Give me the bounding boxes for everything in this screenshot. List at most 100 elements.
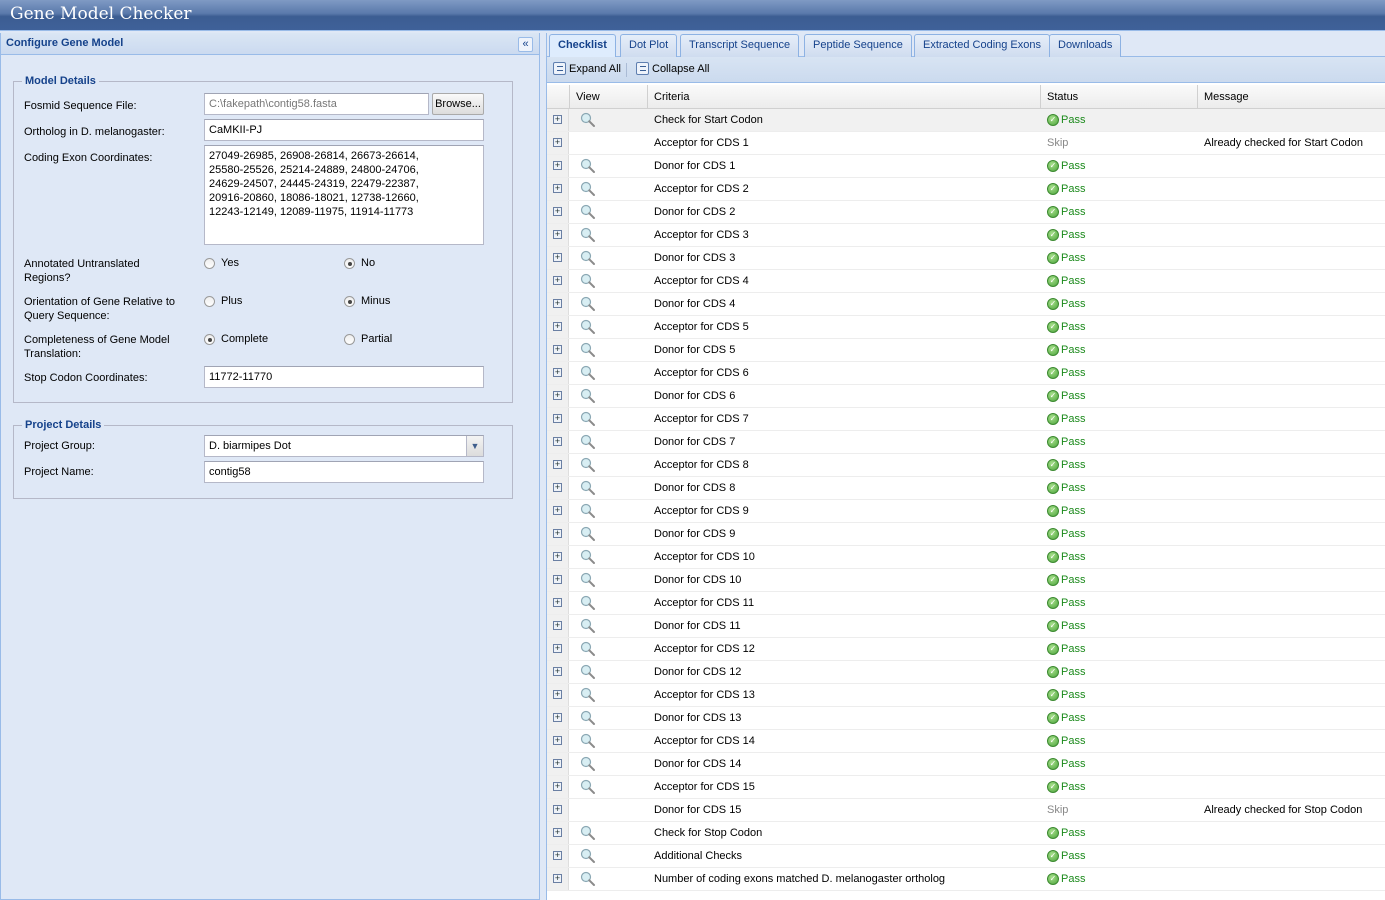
table-row[interactable]: + Donor for CDS 12 ✓ Pass [547,661,1385,684]
utr-yes-radio[interactable]: Yes [204,257,239,269]
plus-expand-icon[interactable]: + [553,621,562,630]
plus-expand-icon[interactable]: + [553,851,562,860]
magnifier-icon[interactable] [580,848,596,864]
table-row[interactable]: + Donor for CDS 14 ✓ Pass [547,753,1385,776]
magnifier-icon[interactable] [580,526,596,542]
plus-expand-icon[interactable]: + [553,828,562,837]
plus-expand-icon[interactable]: + [553,736,562,745]
radio-partial-dot[interactable] [344,333,355,345]
stop-codon-field[interactable]: 11772-11770 [204,366,484,388]
magnifier-icon[interactable] [580,779,596,795]
table-row[interactable]: + Acceptor for CDS 3 ✓ Pass [547,224,1385,247]
table-row[interactable]: + Acceptor for CDS 9 ✓ Pass [547,500,1385,523]
plus-expand-icon[interactable]: + [553,391,562,400]
table-row[interactable]: + Check for Start Codon ✓ Pass [547,109,1385,132]
orientation-plus-radio[interactable]: Plus [204,295,242,307]
plus-expand-icon[interactable]: + [553,322,562,331]
magnifier-icon[interactable] [580,158,596,174]
magnifier-icon[interactable] [580,342,596,358]
plus-expand-icon[interactable]: + [553,299,562,308]
plus-expand-icon[interactable]: + [553,529,562,538]
magnifier-icon[interactable] [580,457,596,473]
table-row[interactable]: + Check for Stop Codon ✓ Pass [547,822,1385,845]
exon-coordinates-textarea[interactable]: 27049-26985, 26908-26814, 26673-26614, 2… [204,145,484,245]
utr-no-radio[interactable]: No [344,257,375,269]
magnifier-icon[interactable] [580,365,596,381]
column-header-criteria[interactable]: Criteria [648,85,1041,109]
magnifier-icon[interactable] [580,549,596,565]
radio-complete-dot[interactable] [204,333,215,345]
tab-extracted-coding-exons[interactable]: Extracted Coding Exons [914,34,1051,57]
plus-expand-icon[interactable]: + [553,506,562,515]
table-row[interactable]: + Donor for CDS 8 ✓ Pass [547,477,1385,500]
plus-expand-icon[interactable]: + [553,805,562,814]
plus-expand-icon[interactable]: + [553,115,562,124]
plus-expand-icon[interactable]: + [553,713,562,722]
magnifier-icon[interactable] [580,641,596,657]
magnifier-icon[interactable] [580,181,596,197]
collapse-all-button[interactable]: Collapse All [636,62,709,75]
radio-no-dot[interactable] [344,257,355,269]
fosmid-file-field[interactable]: C:\fakepath\contig58.fasta [204,93,429,115]
magnifier-icon[interactable] [580,204,596,220]
magnifier-icon[interactable] [580,710,596,726]
magnifier-icon[interactable] [580,273,596,289]
table-row[interactable]: + Number of coding exons matched D. melan… [547,868,1385,891]
magnifier-icon[interactable] [580,250,596,266]
tab-downloads[interactable]: Downloads [1049,34,1122,57]
table-row[interactable]: + Donor for CDS 13 ✓ Pass [547,707,1385,730]
plus-expand-icon[interactable]: + [553,414,562,423]
table-row[interactable]: + Acceptor for CDS 1 Skip Already checked f… [547,132,1385,155]
table-row[interactable]: + Donor for CDS 15 Skip Already checked for… [547,799,1385,822]
table-row[interactable]: + Additional Checks ✓ Pass [547,845,1385,868]
magnifier-icon[interactable] [580,411,596,427]
magnifier-icon[interactable] [580,388,596,404]
magnifier-icon[interactable] [580,825,596,841]
radio-yes-dot[interactable] [204,257,215,269]
plus-expand-icon[interactable]: + [553,207,562,216]
table-row[interactable]: + Acceptor for CDS 14 ✓ Pass [547,730,1385,753]
table-row[interactable]: + Acceptor for CDS 6 ✓ Pass [547,362,1385,385]
table-row[interactable]: + Donor for CDS 10 ✓ Pass [547,569,1385,592]
project-group-select[interactable]: D. biarmipes Dot ▼ [204,435,484,457]
magnifier-icon[interactable] [580,871,596,887]
table-row[interactable]: + Donor for CDS 9 ✓ Pass [547,523,1385,546]
chevron-down-icon[interactable]: ▼ [466,436,483,456]
table-row[interactable]: + Donor for CDS 2 ✓ Pass [547,201,1385,224]
table-row[interactable]: + Donor for CDS 7 ✓ Pass [547,431,1385,454]
plus-expand-icon[interactable]: + [553,598,562,607]
plus-expand-icon[interactable]: + [553,138,562,147]
plus-expand-icon[interactable]: + [553,759,562,768]
magnifier-icon[interactable] [580,572,596,588]
plus-expand-icon[interactable]: + [553,276,562,285]
table-row[interactable]: + Acceptor for CDS 12 ✓ Pass [547,638,1385,661]
plus-expand-icon[interactable]: + [553,368,562,377]
table-row[interactable]: + Donor for CDS 3 ✓ Pass [547,247,1385,270]
plus-expand-icon[interactable]: + [553,345,562,354]
table-row[interactable]: + Donor for CDS 5 ✓ Pass [547,339,1385,362]
table-row[interactable]: + Donor for CDS 4 ✓ Pass [547,293,1385,316]
magnifier-icon[interactable] [580,733,596,749]
expand-all-button[interactable]: Expand All [553,62,621,75]
tab-transcript-sequence[interactable]: Transcript Sequence [680,34,800,57]
table-row[interactable]: + Donor for CDS 1 ✓ Pass [547,155,1385,178]
plus-expand-icon[interactable]: + [553,161,562,170]
browse-button[interactable]: Browse... [432,93,484,115]
tab-dot-plot[interactable]: Dot Plot [620,34,678,57]
tab-peptide-sequence[interactable]: Peptide Sequence [804,34,912,57]
table-row[interactable]: + Acceptor for CDS 7 ✓ Pass [547,408,1385,431]
magnifier-icon[interactable] [580,687,596,703]
magnifier-icon[interactable] [580,434,596,450]
table-row[interactable]: + Acceptor for CDS 4 ✓ Pass [547,270,1385,293]
project-name-field[interactable]: contig58 [204,461,484,483]
table-row[interactable]: + Acceptor for CDS 2 ✓ Pass [547,178,1385,201]
completeness-complete-radio[interactable]: Complete [204,333,268,345]
plus-expand-icon[interactable]: + [553,460,562,469]
magnifier-icon[interactable] [580,480,596,496]
plus-expand-icon[interactable]: + [553,437,562,446]
table-row[interactable]: + Acceptor for CDS 8 ✓ Pass [547,454,1385,477]
magnifier-icon[interactable] [580,319,596,335]
table-row[interactable]: + Acceptor for CDS 11 ✓ Pass [547,592,1385,615]
plus-expand-icon[interactable]: + [553,874,562,883]
magnifier-icon[interactable] [580,227,596,243]
